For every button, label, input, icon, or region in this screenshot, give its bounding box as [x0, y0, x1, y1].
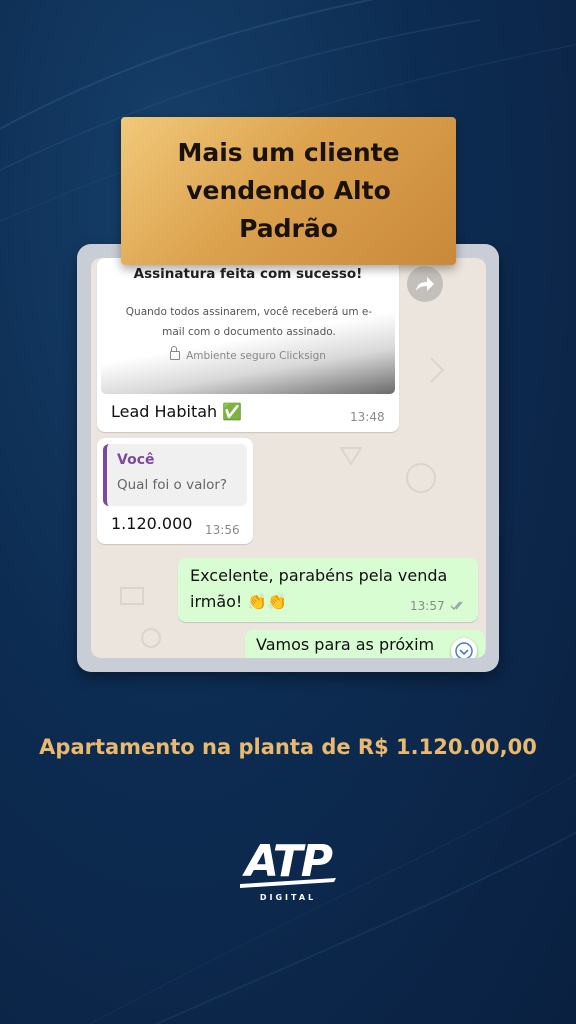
- secure-label-text: Ambiente seguro Clicksign: [186, 350, 326, 362]
- quote-text: Qual foi o valor?: [117, 477, 228, 493]
- preview-body: Quando todos assinarem, você receberá um…: [125, 306, 373, 338]
- headline-text: Mais um cliente vendendo Alto Padrão: [177, 138, 400, 243]
- preview-title: Assinatura feita com sucesso!: [133, 266, 363, 282]
- message-time: 13:57: [410, 599, 445, 613]
- logo-mark: ATP DIGITAL: [240, 836, 336, 902]
- scroll-down-button[interactable]: [451, 638, 477, 658]
- message-time: 13:48: [350, 410, 385, 424]
- quote-author: Você: [117, 452, 155, 468]
- message-text: 1.120.000: [111, 514, 193, 533]
- message-bubble-congrats: Excelente, parabéns pela venda irmão! 👏👏…: [178, 558, 478, 622]
- message-text: Lead Habitah ✅: [111, 402, 243, 421]
- message-bubble-lead: Assinatura feita com sucesso! Quando tod…: [97, 258, 399, 432]
- logo-subtext: DIGITAL: [260, 893, 316, 902]
- chevron-down-icon: [455, 642, 473, 658]
- message-text-line1: Excelente, parabéns pela venda: [190, 566, 448, 585]
- message-bubble-next: Vamos para as próxim: [245, 630, 485, 658]
- atp-digital-logo: ATP DIGITAL: [236, 828, 340, 906]
- message-text-line2: irmão! 👏👏: [190, 592, 288, 611]
- forward-icon: [416, 277, 434, 291]
- headline-banner: Mais um cliente vendendo Alto Padrão: [121, 117, 456, 265]
- message-bubble-reply-value: Você Qual foi o valor? 1.120.000 13:56: [97, 438, 253, 544]
- link-preview-card[interactable]: Assinatura feita com sucesso! Quando tod…: [101, 262, 395, 394]
- price-caption: Apartamento na planta de R$ 1.120.00,00: [39, 735, 537, 759]
- quoted-message[interactable]: Você Qual foi o valor?: [103, 444, 247, 506]
- chat-window: Assinatura feita com sucesso! Quando tod…: [91, 258, 486, 658]
- lock-icon: [170, 346, 181, 360]
- forward-button[interactable]: [407, 266, 443, 302]
- double-check-icon: [450, 601, 463, 611]
- message-text: Vamos para as próxim: [256, 635, 435, 654]
- preview-secure-label: Ambiente seguro Clicksign: [101, 346, 395, 362]
- message-time: 13:56: [205, 523, 240, 537]
